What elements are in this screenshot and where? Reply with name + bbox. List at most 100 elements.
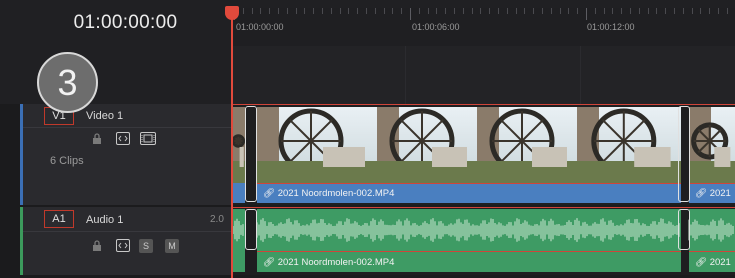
ruler-tick	[586, 8, 587, 20]
ruler-tick	[709, 8, 711, 14]
lock-icon[interactable]	[92, 133, 102, 145]
ruler-tick	[348, 8, 350, 14]
video-track-header[interactable]: V1 Video 1 6 Clips	[20, 104, 231, 205]
ruler-tick	[700, 8, 702, 14]
ruler-tick	[418, 8, 420, 14]
ruler-tick	[471, 8, 473, 14]
ruler-tick	[656, 8, 658, 14]
step-number-badge: 3	[37, 52, 98, 113]
ruler-tick	[524, 8, 526, 14]
ruler-tick	[260, 8, 262, 14]
ruler-tick	[533, 8, 535, 14]
ruler-tick	[304, 8, 306, 14]
ruler-tick	[647, 8, 649, 14]
ruler-tick	[462, 8, 464, 14]
divider	[23, 127, 231, 128]
ruler-tick	[401, 8, 403, 14]
thumbnail-frame	[477, 107, 577, 183]
ruler-tick	[374, 8, 376, 14]
ruler-tick	[251, 8, 253, 14]
thumbnail-frame	[577, 107, 681, 183]
ruler-label: 01:00:00:00	[236, 22, 284, 32]
edit-point-handle[interactable]	[678, 209, 690, 250]
thumbnail-frame	[377, 107, 477, 183]
ruler-tick	[436, 8, 438, 14]
ruler-tick	[559, 8, 561, 14]
ruler-tick	[718, 8, 719, 14]
audio-clip-label: 2021	[709, 257, 731, 268]
ruler-tick	[682, 8, 684, 14]
auto-select-icon[interactable]	[116, 239, 130, 252]
track-id-a1[interactable]: A1	[44, 210, 74, 228]
ruler-tick	[427, 8, 429, 14]
ruler-tick	[577, 8, 579, 14]
ruler-label: 01:00:12:00	[587, 22, 635, 32]
link-icon: 🔗︎	[695, 188, 708, 199]
ruler-tick	[638, 8, 640, 14]
ruler-tick	[674, 8, 675, 14]
ruler-tick	[383, 8, 385, 14]
ruler-tick	[392, 8, 394, 14]
audio-clip-label: 2021 Noordmolen-002.MP4	[277, 257, 395, 268]
video-clip-label: 2021 Noordmolen-002.MP4	[277, 188, 395, 199]
playhead-handle[interactable]	[225, 6, 239, 20]
divider	[23, 231, 231, 232]
ruler-tick	[594, 8, 596, 14]
thumbnail-frame	[689, 107, 735, 183]
audio-waveform	[233, 209, 735, 251]
link-icon: 🔗︎	[695, 257, 708, 268]
ruler-tick	[550, 8, 552, 14]
video-clip-name-bar[interactable]: 🔗︎ 2021 Noordmolen-002.MP4	[257, 183, 681, 203]
edit-point-handle[interactable]	[245, 209, 257, 250]
ruler-tick	[498, 8, 499, 14]
ruler-tick	[366, 8, 367, 14]
thumbnail-frame	[257, 107, 377, 183]
track-edge	[231, 104, 735, 105]
ruler-tick	[665, 8, 667, 14]
ruler-tick	[269, 8, 271, 14]
timeline-ruler[interactable]: 01:00:00:00 01:00:06:00 01:00:12:00	[231, 8, 735, 47]
audio-clip-name-bar[interactable]: 🔗︎ 2021 Noordmolen-002.MP4	[257, 251, 681, 272]
edit-point-handle[interactable]	[678, 106, 690, 202]
ruler-tick	[621, 8, 623, 14]
timecode-display[interactable]: 01:00:00:00	[20, 12, 231, 34]
video-clip-label: 2021	[709, 188, 731, 199]
ruler-tick	[445, 8, 447, 14]
ruler-tick	[330, 8, 332, 14]
ruler-tick	[691, 8, 693, 14]
video-clip-name-bar-next[interactable]: 🔗︎ 2021	[689, 183, 735, 203]
track-name[interactable]: Audio 1	[86, 214, 123, 226]
ruler-tick	[603, 8, 605, 14]
ruler-tick	[612, 8, 614, 14]
track-level: 2.0	[210, 214, 224, 225]
auto-select-icon[interactable]	[116, 132, 130, 145]
ruler-tick	[630, 8, 631, 14]
solo-button[interactable]: S	[139, 239, 153, 253]
ruler-tick	[410, 8, 411, 20]
playhead-line[interactable]	[231, 8, 233, 278]
link-icon: 🔗︎	[263, 257, 276, 268]
ruler-tick	[357, 8, 359, 14]
lock-icon[interactable]	[92, 240, 102, 252]
ruler-label: 01:00:06:00	[412, 22, 460, 32]
ruler-tick	[568, 8, 570, 14]
ruler-tick	[278, 8, 279, 14]
ruler-tick	[313, 8, 315, 14]
mute-button[interactable]: M	[165, 239, 179, 253]
audio-clip-name-bar-next[interactable]: 🔗︎ 2021	[689, 251, 735, 272]
ruler-tick	[506, 8, 508, 14]
ruler-tick	[480, 8, 482, 14]
ruler-tick	[242, 8, 244, 14]
audio-clip-bar-start[interactable]	[233, 251, 245, 272]
clip-bar-start[interactable]	[233, 183, 245, 203]
link-icon: 🔗︎	[263, 188, 276, 199]
ruler-tick	[515, 8, 517, 14]
track-name[interactable]: Video 1	[86, 110, 123, 122]
ruler-tick	[286, 8, 288, 14]
edit-point-handle[interactable]	[245, 106, 257, 202]
empty-track-area	[231, 46, 735, 104]
audio-track-header[interactable]: A1 Audio 1 2.0 S M	[20, 207, 231, 275]
filmstrip-icon[interactable]	[140, 132, 156, 145]
track-edge	[231, 207, 735, 208]
clip-count: 6 Clips	[50, 155, 84, 167]
